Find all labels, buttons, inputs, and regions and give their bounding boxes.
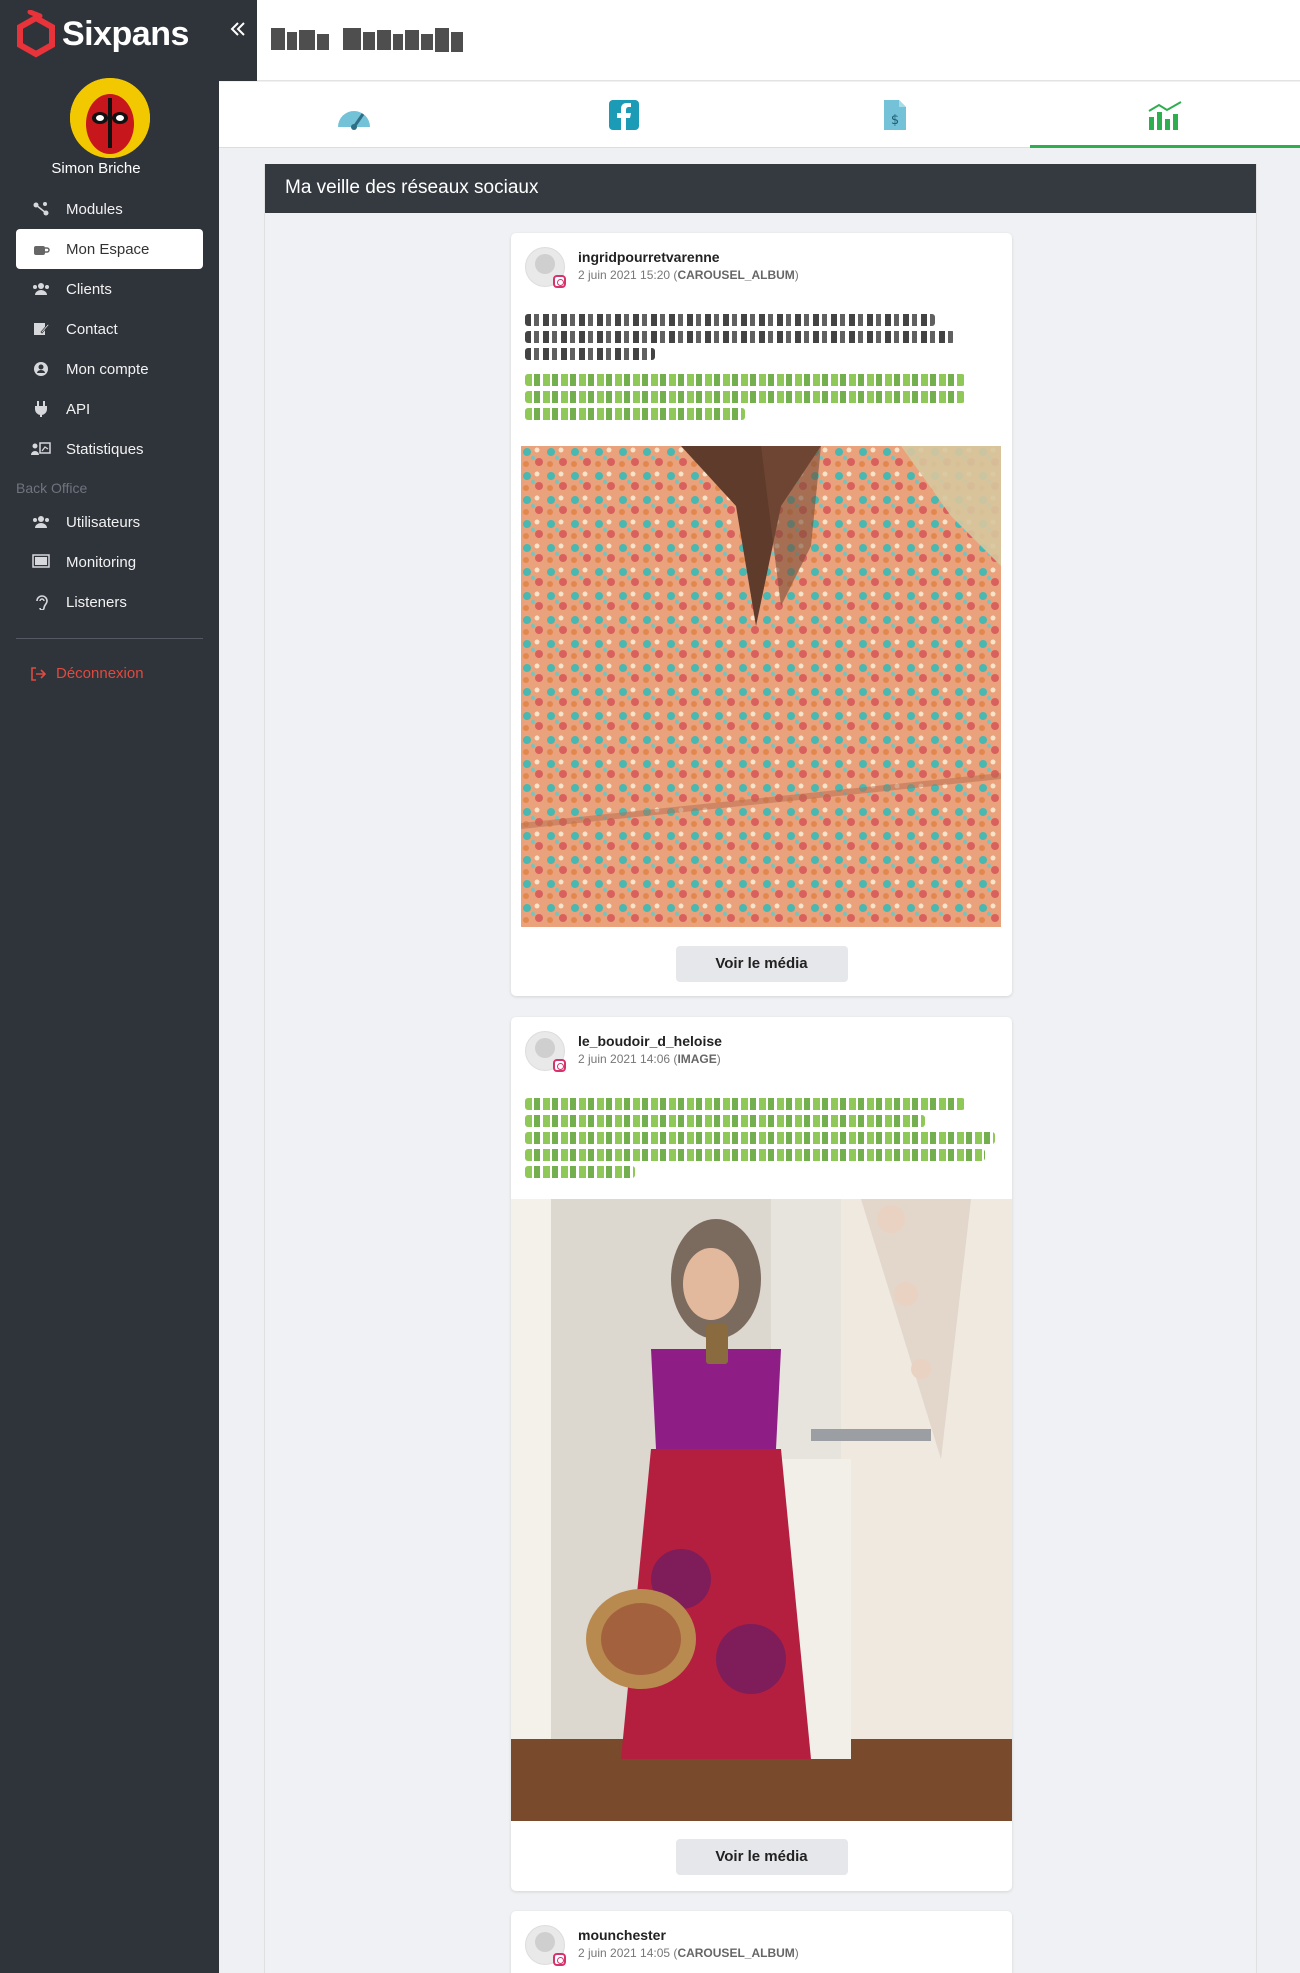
post-date: 2 juin 2021 14:06 (IMAGE) — [578, 1052, 721, 1066]
invoice-dollar-icon: $ — [883, 99, 906, 130]
post-username[interactable]: mounchester — [578, 1927, 666, 1943]
sidebar-item-clients[interactable]: Clients — [16, 269, 203, 309]
logout-icon — [31, 666, 46, 681]
post-username[interactable]: le_boudoir_d_heloise — [578, 1033, 722, 1049]
sidebar-item-label: API — [66, 400, 91, 418]
app-name: Sixpans — [62, 14, 189, 53]
page-title-redacted — [271, 28, 463, 52]
facebook-icon — [609, 99, 640, 130]
sidebar: Sixpans Simon Briche Modules Mon Espace — [0, 0, 219, 1973]
users-icon — [30, 514, 52, 530]
post-username[interactable]: ingridpourretvarenne — [578, 249, 720, 265]
deadpool-avatar-icon — [70, 78, 150, 158]
post-media-image[interactable] — [511, 1199, 1012, 1821]
instagram-icon — [553, 1059, 566, 1072]
tab-dashboard[interactable] — [219, 82, 489, 147]
svg-text:$: $ — [890, 113, 898, 128]
sidebar-item-label: Contact — [66, 320, 118, 338]
post-card: mounchester 2 juin 2021 14:05 (CAROUSEL_… — [511, 1911, 1012, 1973]
collapse-sidebar-button[interactable] — [219, 0, 257, 81]
post-card: ingridpourretvarenne 2 juin 2021 15:20 (… — [511, 233, 1012, 996]
double-chevron-left-icon — [230, 22, 245, 36]
sidebar-item-mon-compte[interactable]: Mon compte — [16, 349, 203, 389]
tab-invoice[interactable]: $ — [760, 82, 1030, 147]
back-office-heading: Back Office — [16, 480, 88, 496]
sidebar-item-label: Listeners — [66, 593, 127, 611]
sidebar-item-modules[interactable]: Modules — [16, 189, 203, 229]
back-office-nav: Utilisateurs Monitoring Listeners — [16, 502, 203, 622]
logout-label: Déconnexion — [56, 665, 144, 682]
user-name: Simon Briche — [51, 160, 141, 177]
post-caption-redacted — [511, 1077, 1012, 1178]
user-circle-icon — [30, 361, 52, 377]
tab-facebook[interactable] — [489, 82, 759, 147]
post-caption-redacted — [511, 293, 1012, 420]
sidebar-item-label: Mon Espace — [66, 240, 150, 258]
tab-statistics[interactable] — [1029, 82, 1300, 148]
sidebar-item-monitoring[interactable]: Monitoring — [16, 542, 203, 582]
sidebar-item-api[interactable]: API — [16, 389, 203, 429]
bar-chart-icon — [1148, 100, 1182, 130]
chart-board-icon — [30, 441, 52, 457]
sixpans-logo-icon — [17, 10, 55, 58]
sidebar-item-listeners[interactable]: Listeners — [16, 582, 203, 622]
instagram-icon — [553, 275, 566, 288]
sidebar-item-label: Statistiques — [66, 440, 144, 458]
social-watch-panel: Ma veille des réseaux sociaux ingridpour… — [264, 164, 1257, 1973]
module-tabs: $ — [219, 82, 1300, 148]
logout-link[interactable]: Déconnexion — [30, 665, 144, 682]
sidebar-item-label: Utilisateurs — [66, 513, 141, 531]
sixpans-logo[interactable]: Sixpans — [16, 10, 189, 58]
sidebar-item-mon-espace[interactable]: Mon Espace — [16, 229, 203, 269]
sidebar-item-utilisateurs[interactable]: Utilisateurs — [16, 502, 203, 542]
dashboard-gauge-icon — [338, 110, 371, 130]
sidebar-item-label: Monitoring — [66, 553, 137, 571]
avatar[interactable] — [70, 78, 150, 158]
edit-icon — [30, 321, 52, 337]
post-media-image[interactable] — [521, 446, 1001, 927]
sidebar-item-label: Clients — [66, 280, 112, 298]
post-date: 2 juin 2021 15:20 (CAROUSEL_ALBUM) — [578, 268, 799, 282]
post-date: 2 juin 2021 14:05 (CAROUSEL_ALBUM) — [578, 1946, 799, 1960]
plug-icon — [30, 401, 52, 417]
ear-icon — [30, 594, 52, 610]
sidebar-item-statistiques[interactable]: Statistiques — [16, 429, 203, 469]
instagram-icon — [553, 1953, 566, 1966]
coffee-icon — [30, 241, 52, 257]
panel-title: Ma veille des réseaux sociaux — [265, 164, 1256, 213]
main-nav: Modules Mon Espace Clients Contact Mon c… — [16, 189, 203, 469]
users-icon — [30, 281, 52, 297]
sidebar-item-label: Mon compte — [66, 360, 149, 378]
view-media-button[interactable]: Voir le média — [675, 946, 848, 982]
modules-icon — [30, 201, 52, 217]
sidebar-item-contact[interactable]: Contact — [16, 309, 203, 349]
post-card: le_boudoir_d_heloise 2 juin 2021 14:06 (… — [511, 1017, 1012, 1891]
sidebar-item-label: Modules — [66, 200, 123, 218]
view-media-button[interactable]: Voir le média — [675, 1839, 848, 1875]
sidebar-divider — [16, 638, 203, 639]
top-bar — [219, 0, 1300, 81]
monitor-icon — [30, 554, 52, 570]
